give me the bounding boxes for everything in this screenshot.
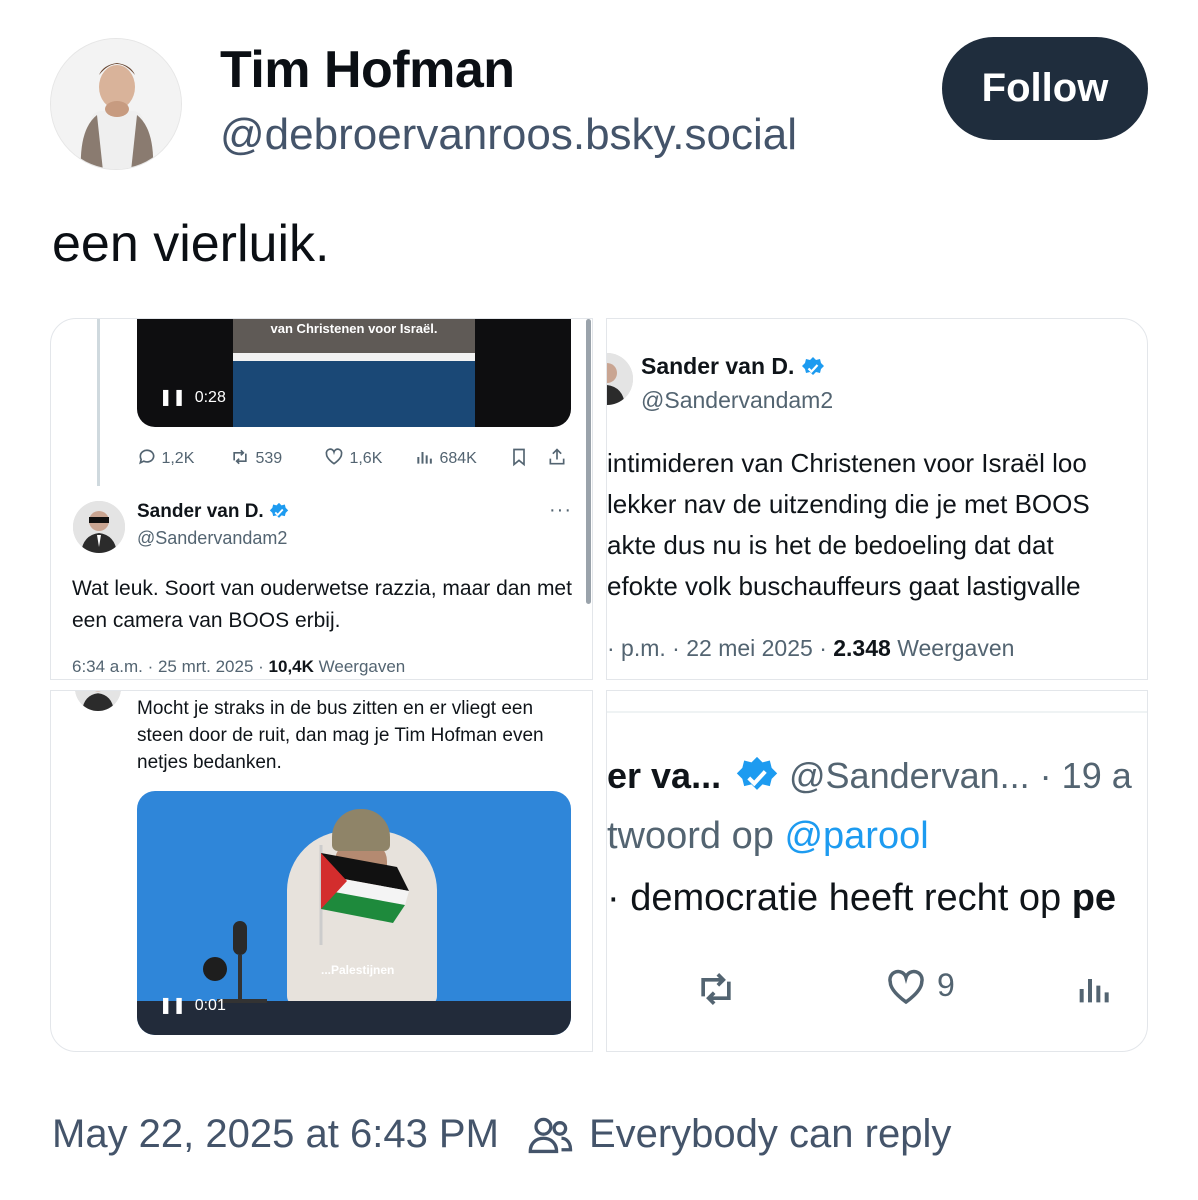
- reply-setting[interactable]: Everybody can reply: [589, 1112, 951, 1157]
- repost-icon: [701, 973, 731, 1005]
- bookmark-icon: [513, 448, 525, 467]
- tweet-text: · democratie heeft recht op pe: [607, 877, 1116, 920]
- views-label: Weergaven: [313, 657, 406, 676]
- like-count: 1,6K: [349, 450, 383, 467]
- flag-icon: [319, 845, 409, 945]
- scrollbar: [586, 319, 591, 604]
- tweet-time: 6:34 a.m. · 25 mrt. 2025 ·: [72, 657, 269, 676]
- tweet-line: lekker nav de uitzending die je met BOOS: [607, 489, 1090, 519]
- divider: [607, 711, 1147, 713]
- avatar: [75, 691, 121, 711]
- author-name[interactable]: Tim Hofman: [220, 40, 515, 100]
- tweet-text: intimideren van Christenen voor Israël l…: [607, 443, 1147, 607]
- tweet-line: intimideren van Christenen voor Israël l…: [607, 448, 1087, 478]
- avatar: [73, 501, 125, 553]
- image-bottom-right[interactable]: er va... @Sandervan... · 19 a twoord op …: [606, 690, 1148, 1052]
- tweet-meta: 6:34 a.m. · 25 mrt. 2025 · 10,4K Weergav…: [72, 657, 405, 677]
- share-icon: [549, 448, 565, 465]
- like-icon: [888, 969, 924, 1005]
- views-icon: [1079, 979, 1109, 1003]
- tweet-text: Wat leuk. Soort van ouderwetse razzia, m…: [72, 577, 572, 632]
- tweet-line: efokte volk buschauffeurs gaat lastigval…: [607, 571, 1081, 601]
- views-icon: [417, 452, 432, 464]
- like-icon: [325, 448, 343, 465]
- image-bottom-left[interactable]: Mocht je straks in de bus zitten en er v…: [50, 690, 593, 1052]
- video-time: 0:28: [194, 389, 226, 406]
- verified-icon: [269, 502, 289, 518]
- embedded-video: ...Palestijnen ❚❚ 0:01: [137, 791, 571, 1035]
- author-handle[interactable]: @debroervanroos.bsky.social: [220, 110, 797, 160]
- video-subtitle: ...Palestijnen: [321, 963, 395, 977]
- pause-icon: ❚❚: [159, 997, 186, 1014]
- verified-icon: [801, 356, 824, 375]
- follow-button[interactable]: Follow: [942, 37, 1148, 140]
- views-label: Weergaven: [890, 635, 1015, 661]
- people-icon: [528, 1117, 573, 1153]
- verified-icon: [736, 756, 778, 790]
- tweet-time: · p.m. · 22 mei 2025 ·: [607, 635, 834, 661]
- repost-icon: [233, 449, 247, 465]
- tweet-text: Mocht je straks in de bus zitten en er v…: [137, 698, 544, 773]
- post-text: een vierluik.: [52, 215, 330, 273]
- tweet-author-name: Sander van D.: [137, 501, 264, 522]
- reply-prefix: twoord op: [607, 815, 785, 857]
- tweet-line: akte dus nu is het de bedoeling dat dat: [607, 530, 1054, 560]
- tweet-author-handle: @Sandervandam2: [641, 387, 834, 413]
- reply-context: twoord op @parool: [607, 815, 929, 858]
- reply-count: 1,2K: [161, 450, 195, 467]
- like-count: 9: [937, 967, 955, 1003]
- post-footer: May 22, 2025 at 6:43 PM Everybody can re…: [52, 1112, 951, 1157]
- reply-icon: [139, 449, 155, 465]
- views-count: 10,4K: [268, 657, 314, 676]
- tweet-author-handle: @Sandervandam2: [137, 528, 288, 548]
- tweet-text-bold: pe: [1071, 877, 1117, 919]
- author-avatar[interactable]: [50, 38, 182, 170]
- more-options-icon: ···: [549, 499, 572, 521]
- post-timestamp[interactable]: May 22, 2025 at 6:43 PM: [52, 1112, 499, 1157]
- avatar: [607, 353, 633, 405]
- views-count: 684K: [439, 450, 477, 467]
- tweet-actions: 1,2K 539 1,6K 684K: [137, 447, 577, 469]
- views-count: 2.348: [833, 635, 891, 661]
- reply-mention: @parool: [784, 815, 929, 857]
- pause-icon: ❚❚: [159, 389, 186, 406]
- image-top-left[interactable]: van Christenen voor Israël. ❚❚ 0:28 1,2K…: [50, 318, 593, 680]
- embedded-video: van Christenen voor Israël. ❚❚ 0:28: [137, 319, 571, 427]
- tweet-text-normal: · democratie heeft recht op: [607, 877, 1072, 919]
- tweet-author-name: Sander van D.: [641, 353, 795, 379]
- tweet-author-name: er va...: [607, 755, 722, 796]
- tweet-author-handle: @Sandervan... · 19 a: [789, 755, 1132, 796]
- video-time: 0:01: [194, 997, 226, 1014]
- repost-count: 539: [255, 450, 283, 467]
- thread-line: [97, 319, 100, 486]
- image-top-right[interactable]: Sander van D. @Sandervandam2 intimideren…: [606, 318, 1148, 680]
- tweet-meta: · p.m. · 22 mei 2025 · 2.348 Weergaven: [607, 635, 1014, 662]
- video-subtitle: van Christenen voor Israël.: [270, 321, 438, 336]
